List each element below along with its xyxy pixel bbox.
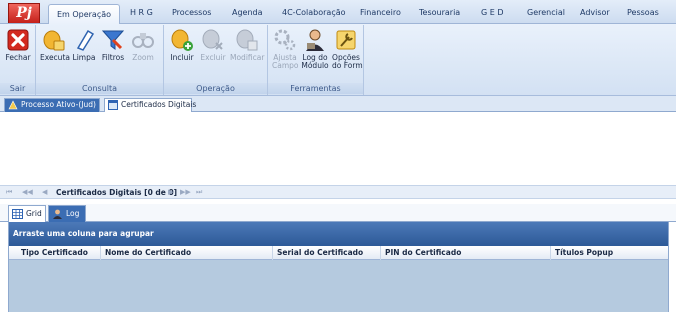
certificados-grid: Arraste uma coluna para agrupar Tipo Cer… bbox=[8, 222, 669, 312]
process-icon bbox=[8, 100, 18, 110]
tab-financeiro[interactable]: Financeiro bbox=[360, 6, 401, 24]
limpa-label: Limpa bbox=[72, 53, 96, 62]
limpa-button[interactable]: Limpa bbox=[72, 28, 96, 62]
doc-tab-certificados[interactable]: Certificados Digitais bbox=[104, 98, 196, 112]
zoom-label: Zoom bbox=[132, 53, 154, 62]
grid-icon bbox=[12, 209, 23, 219]
grid-body[interactable] bbox=[9, 260, 668, 312]
nav-next-page-button[interactable]: ▶▶ bbox=[180, 188, 191, 197]
tab-gerencial[interactable]: Gerencial bbox=[527, 6, 565, 24]
nav-last-button[interactable]: ⏭ bbox=[196, 188, 202, 197]
tab-em-operacao[interactable]: Em Operação bbox=[48, 4, 120, 25]
tab-ged[interactable]: G E D bbox=[481, 6, 504, 24]
tab-pessoas[interactable]: Pessoas bbox=[627, 6, 659, 24]
log-modulo-label-2: Módulo bbox=[301, 61, 329, 70]
excluir-button[interactable]: Excluir bbox=[200, 28, 226, 62]
fechar-label: Fechar bbox=[5, 53, 31, 62]
filter-icon bbox=[101, 30, 125, 50]
ribbon-group-consulta: Executa Limpa Filtros Zoom Consulta bbox=[36, 25, 164, 95]
navigator-status: Certificados Digitais [0 de 0] bbox=[56, 188, 178, 197]
tab-hrg[interactable]: H R G bbox=[130, 6, 153, 24]
modificar-label: Modificar bbox=[230, 53, 265, 62]
nav-next-button[interactable]: ▶ bbox=[168, 188, 173, 197]
tab-agenda[interactable]: Agenda bbox=[232, 6, 263, 24]
incluir-label: Incluir bbox=[170, 53, 194, 62]
tab-advisor[interactable]: Advisor bbox=[580, 6, 610, 24]
edit-icon bbox=[236, 29, 258, 51]
group-label-sair: Sair bbox=[0, 83, 35, 94]
col-pin-certificado[interactable]: PIN do Certificado bbox=[381, 246, 551, 260]
zoom-button[interactable]: Zoom bbox=[130, 28, 156, 62]
excluir-label: Excluir bbox=[200, 53, 226, 62]
ribbon-group-sair: Fechar Sair bbox=[0, 25, 36, 95]
group-label-operacao: Operação bbox=[164, 83, 267, 94]
doc-tab-processo-label: Processo Ativo-(Jud) bbox=[21, 100, 96, 109]
tab-tesouraria[interactable]: Tesouraria bbox=[419, 6, 460, 24]
group-label-consulta: Consulta bbox=[36, 83, 163, 94]
opcoes-form-button[interactable]: Opções do Form bbox=[332, 28, 363, 70]
binoculars-icon bbox=[132, 33, 154, 48]
grid-log-tab-strip: Grid Log bbox=[0, 204, 676, 222]
app-logo[interactable]: Pj bbox=[8, 3, 40, 23]
ribbon-group-ferramentas: Ajusta Campo Log do Módulo Opções do For… bbox=[268, 25, 364, 95]
add-icon bbox=[171, 29, 193, 51]
log-modulo-button[interactable]: Log do Módulo bbox=[301, 28, 329, 70]
doc-tab-certificados-label: Certificados Digitais bbox=[121, 100, 197, 109]
opcoes-form-label-2: do Form bbox=[332, 61, 363, 70]
nav-prev-button[interactable]: ◀ bbox=[42, 188, 47, 197]
ajusta-campo-button[interactable]: Ajusta Campo bbox=[272, 28, 299, 70]
tab-colaboracao[interactable]: 4C-Colaboração bbox=[282, 6, 346, 24]
col-nome-certificado[interactable]: Nome do Certificado bbox=[101, 246, 273, 260]
tab-log[interactable]: Log bbox=[48, 205, 86, 222]
executa-button[interactable]: Executa bbox=[40, 28, 70, 62]
modificar-button[interactable]: Modificar bbox=[230, 28, 264, 62]
doc-tab-processo-ativo[interactable]: Processo Ativo-(Jud) bbox=[4, 98, 100, 112]
gears-icon bbox=[274, 29, 296, 51]
wrench-icon bbox=[336, 30, 356, 50]
filtros-label: Filtros bbox=[101, 53, 125, 62]
filtros-button[interactable]: Filtros bbox=[100, 28, 126, 62]
log-user-icon bbox=[53, 209, 62, 219]
fechar-button[interactable]: Fechar bbox=[4, 28, 32, 62]
nav-prev-page-button[interactable]: ◀◀ bbox=[22, 188, 33, 197]
record-navigator: ⏮ ◀◀ ◀ Certificados Digitais [0 de 0] ▶ … bbox=[0, 185, 676, 199]
tab-processos[interactable]: Processos bbox=[172, 6, 211, 24]
executa-label: Executa bbox=[40, 53, 70, 62]
close-icon bbox=[7, 29, 29, 51]
execute-icon bbox=[43, 30, 65, 51]
tab-grid[interactable]: Grid bbox=[8, 205, 46, 222]
document-tab-strip: Processo Ativo-(Jud) Certificados Digita… bbox=[0, 96, 676, 112]
eraser-icon bbox=[76, 29, 95, 51]
ribbon-group-operacao: Incluir Excluir Modificar Operação bbox=[164, 25, 268, 95]
menu-tab-bar: Pj Em Operação H R G Processos Agenda 4C… bbox=[0, 0, 676, 25]
user-log-icon bbox=[306, 29, 324, 51]
group-by-panel[interactable]: Arraste uma coluna para agrupar bbox=[9, 222, 668, 246]
ajusta-campo-label-2: Campo bbox=[272, 61, 299, 70]
form-content-area bbox=[0, 113, 676, 185]
col-titulos-popup[interactable]: Títulos Popup bbox=[551, 246, 670, 260]
grid-header-row: Tipo Certificado Nome do Certificado Ser… bbox=[9, 246, 668, 260]
ribbon: Fechar Sair Executa Limpa Filtros Zoom C… bbox=[0, 24, 676, 96]
window-icon bbox=[108, 100, 118, 110]
col-serial-certificado[interactable]: Serial do Certificado bbox=[273, 246, 381, 260]
group-label-ferramentas: Ferramentas bbox=[268, 83, 363, 94]
tab-log-label: Log bbox=[66, 209, 80, 218]
delete-icon bbox=[202, 29, 223, 50]
nav-first-button[interactable]: ⏮ bbox=[6, 188, 12, 197]
tab-grid-label: Grid bbox=[26, 209, 42, 218]
incluir-button[interactable]: Incluir bbox=[170, 28, 194, 62]
col-tipo-certificado[interactable]: Tipo Certificado bbox=[9, 246, 101, 260]
